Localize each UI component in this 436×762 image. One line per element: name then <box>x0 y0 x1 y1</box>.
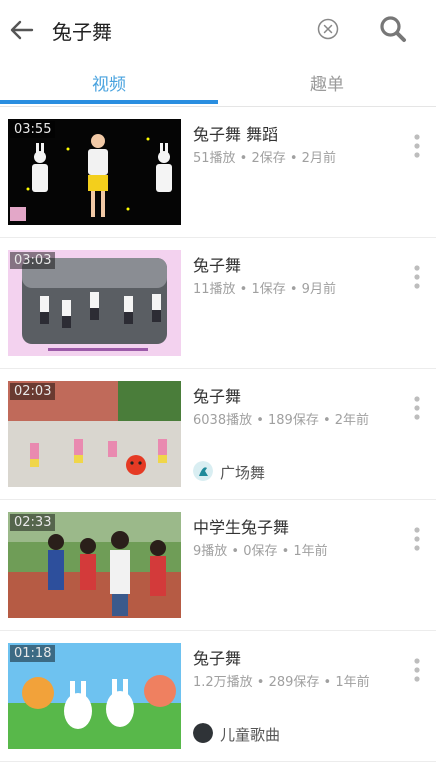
tab-bar: 视频 趣单 <box>0 60 436 107</box>
more-vertical-icon[interactable] <box>409 524 425 554</box>
channel-avatar <box>193 723 213 743</box>
video-duration: 01:18 <box>10 645 56 662</box>
more-vertical-icon[interactable] <box>409 262 425 292</box>
video-title[interactable]: 兔子舞 <box>193 645 241 669</box>
tab-playlists[interactable]: 趣单 <box>218 70 436 95</box>
clear-circle-icon[interactable] <box>316 17 340 41</box>
search-header: 兔子舞 <box>0 0 436 60</box>
video-meta: 11播放 • 1保存 • 9月前 <box>193 282 336 297</box>
video-duration: 03:03 <box>10 252 56 269</box>
video-item[interactable]: 03:55 兔子舞 舞蹈 51播放 • 2保存 • 2月前 <box>0 107 436 238</box>
video-thumbnail[interactable]: 03:55 <box>8 119 181 225</box>
video-thumbnail[interactable]: 02:03 <box>8 381 181 487</box>
video-item[interactable]: 03:03 兔子舞 11播放 • 1保存 • 9月前 <box>0 238 436 369</box>
magnifier-icon[interactable] <box>378 14 408 44</box>
video-title[interactable]: 兔子舞 <box>193 383 241 407</box>
video-meta: 9播放 • 0保存 • 1年前 <box>193 544 328 559</box>
channel-avatar <box>193 461 213 481</box>
video-item[interactable]: 01:18 兔子舞 1.2万播放 • 289保存 • 1年前 儿童歌曲 <box>0 631 436 762</box>
video-thumbnail[interactable]: 02:33 <box>8 512 181 618</box>
active-tab-indicator <box>0 100 218 104</box>
search-query-text[interactable]: 兔子舞 <box>52 16 112 45</box>
video-duration: 03:55 <box>10 121 56 138</box>
video-title[interactable]: 兔子舞 <box>193 252 241 276</box>
more-vertical-icon[interactable] <box>409 655 425 685</box>
channel-name: 广场舞 <box>220 464 266 482</box>
video-result-list: 03:55 兔子舞 舞蹈 51播放 • 2保存 • 2月前 03:03 兔子舞 … <box>0 107 436 762</box>
video-item[interactable]: 02:03 兔子舞 6038播放 • 189保存 • 2年前 广场舞 <box>0 369 436 500</box>
video-meta: 1.2万播放 • 289保存 • 1年前 <box>193 675 370 690</box>
more-vertical-icon[interactable] <box>409 131 425 161</box>
video-item[interactable]: 02:33 中学生兔子舞 9播放 • 0保存 • 1年前 <box>0 500 436 631</box>
channel-name: 儿童歌曲 <box>220 726 281 744</box>
video-title[interactable]: 兔子舞 舞蹈 <box>193 121 278 145</box>
video-meta: 6038播放 • 189保存 • 2年前 <box>193 413 370 428</box>
video-thumbnail[interactable]: 01:18 <box>8 643 181 749</box>
video-title[interactable]: 中学生兔子舞 <box>193 514 289 538</box>
video-duration: 02:33 <box>10 514 56 531</box>
video-duration: 02:03 <box>10 383 56 400</box>
more-vertical-icon[interactable] <box>409 393 425 423</box>
tab-videos[interactable]: 视频 <box>0 70 218 95</box>
arrow-left-icon[interactable] <box>8 16 36 44</box>
video-thumbnail[interactable]: 03:03 <box>8 250 181 356</box>
video-meta: 51播放 • 2保存 • 2月前 <box>193 151 336 166</box>
